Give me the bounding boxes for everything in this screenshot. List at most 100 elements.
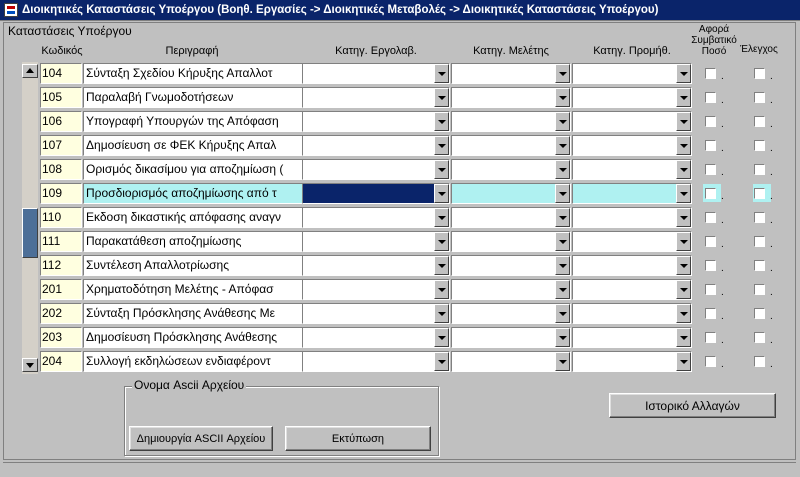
chevron-down-icon[interactable] — [434, 64, 449, 83]
control-checkbox[interactable] — [754, 140, 765, 151]
cat-supply-select[interactable] — [572, 231, 692, 252]
chevron-down-icon[interactable] — [434, 352, 449, 371]
code-field[interactable]: 203 — [40, 327, 82, 348]
control-checkbox[interactable] — [754, 92, 765, 103]
cat-contractor-select[interactable] — [302, 63, 450, 84]
chevron-down-icon[interactable] — [555, 208, 570, 227]
cat-contractor-select[interactable] — [302, 303, 450, 324]
chevron-down-icon[interactable] — [676, 184, 691, 203]
code-field[interactable]: 104 — [40, 63, 82, 84]
chevron-down-icon[interactable] — [555, 112, 570, 131]
code-field[interactable]: 110 — [40, 207, 82, 228]
cat-contractor-select[interactable] — [302, 231, 450, 252]
table-row[interactable]: 108 Ορισμός δικασίμου για αποζημίωση (.. — [40, 158, 780, 180]
records-scrollbar[interactable] — [22, 62, 38, 374]
control-checkbox[interactable] — [754, 188, 765, 199]
control-checkbox[interactable] — [754, 260, 765, 271]
cat-study-select[interactable] — [451, 327, 571, 348]
cat-supply-select[interactable] — [572, 279, 692, 300]
code-field[interactable]: 107 — [40, 135, 82, 156]
cat-study-select[interactable] — [451, 135, 571, 156]
contract-amount-checkbox[interactable] — [705, 212, 716, 223]
cat-contractor-select[interactable] — [302, 279, 450, 300]
cat-contractor-select[interactable] — [302, 183, 450, 204]
chevron-down-icon[interactable] — [676, 328, 691, 347]
chevron-down-icon[interactable] — [434, 280, 449, 299]
chevron-down-icon[interactable] — [555, 184, 570, 203]
chevron-down-icon[interactable] — [434, 256, 449, 275]
code-field[interactable]: 201 — [40, 279, 82, 300]
chevron-down-icon[interactable] — [676, 136, 691, 155]
table-row[interactable]: 203 Δημοσίευση Πρόσκλησης Ανάθεσης.. — [40, 326, 780, 348]
cat-study-select[interactable] — [451, 63, 571, 84]
chevron-down-icon[interactable] — [676, 160, 691, 179]
control-checkbox[interactable] — [754, 332, 765, 343]
cat-contractor-select[interactable] — [302, 255, 450, 276]
cat-supply-select[interactable] — [572, 183, 692, 204]
contract-amount-checkbox[interactable] — [705, 164, 716, 175]
control-checkbox[interactable] — [754, 212, 765, 223]
chevron-down-icon[interactable] — [676, 256, 691, 275]
chevron-down-icon[interactable] — [676, 64, 691, 83]
cat-study-select[interactable] — [451, 351, 571, 372]
chevron-down-icon[interactable] — [434, 112, 449, 131]
cat-supply-select[interactable] — [572, 207, 692, 228]
contract-amount-checkbox[interactable] — [705, 140, 716, 151]
cat-supply-select[interactable] — [572, 135, 692, 156]
chevron-down-icon[interactable] — [676, 280, 691, 299]
code-field[interactable]: 109 — [40, 183, 82, 204]
cat-study-select[interactable] — [451, 255, 571, 276]
chevron-down-icon[interactable] — [434, 232, 449, 251]
contract-amount-checkbox[interactable] — [705, 284, 716, 295]
table-row[interactable]: 112 Συντέλεση Απαλλοτρίωσης.. — [40, 254, 780, 276]
table-row[interactable]: 202 Σύνταξη Πρόσκλησης Ανάθεσης Με.. — [40, 302, 780, 324]
cat-study-select[interactable] — [451, 111, 571, 132]
contract-amount-checkbox[interactable] — [705, 308, 716, 319]
cat-study-select[interactable] — [451, 231, 571, 252]
cat-study-select[interactable] — [451, 87, 571, 108]
contract-amount-checkbox[interactable] — [705, 68, 716, 79]
history-button[interactable]: Ιστορικό Αλλαγών — [609, 393, 776, 418]
cat-contractor-select[interactable] — [302, 351, 450, 372]
code-field[interactable]: 202 — [40, 303, 82, 324]
cat-contractor-select[interactable] — [302, 87, 450, 108]
table-row[interactable]: 110 Εκδοση δικαστικής απόφασης αναγν.. — [40, 206, 780, 228]
cat-supply-select[interactable] — [572, 327, 692, 348]
chevron-down-icon[interactable] — [434, 304, 449, 323]
code-field[interactable]: 111 — [40, 231, 82, 252]
chevron-down-icon[interactable] — [555, 64, 570, 83]
contract-amount-checkbox[interactable] — [705, 188, 716, 199]
chevron-down-icon[interactable] — [434, 136, 449, 155]
cat-study-select[interactable] — [451, 183, 571, 204]
contract-amount-checkbox[interactable] — [705, 236, 716, 247]
chevron-down-icon[interactable] — [555, 256, 570, 275]
create-ascii-button[interactable]: Δημιουργία ASCII Αρχείου — [129, 426, 273, 451]
chevron-down-icon[interactable] — [555, 304, 570, 323]
chevron-down-icon[interactable] — [434, 184, 449, 203]
cat-study-select[interactable] — [451, 207, 571, 228]
chevron-down-icon[interactable] — [555, 352, 570, 371]
table-row[interactable]: 104 Σύνταξη Σχεδίου Κήρυξης Απαλλοτ.. — [40, 62, 780, 84]
chevron-down-icon[interactable] — [676, 112, 691, 131]
chevron-down-icon[interactable] — [434, 88, 449, 107]
chevron-down-icon[interactable] — [555, 160, 570, 179]
control-checkbox[interactable] — [754, 68, 765, 79]
chevron-down-icon[interactable] — [434, 208, 449, 227]
table-row[interactable]: 106 Υπογραφή Υπουργών της Απόφαση.. — [40, 110, 780, 132]
cat-contractor-select[interactable] — [302, 159, 450, 180]
table-row[interactable]: 107 Δημοσίευση σε ΦΕΚ Κήρυξης Απαλ.. — [40, 134, 780, 156]
contract-amount-checkbox[interactable] — [705, 92, 716, 103]
contract-amount-checkbox[interactable] — [705, 332, 716, 343]
cat-contractor-select[interactable] — [302, 207, 450, 228]
chevron-down-icon[interactable] — [676, 208, 691, 227]
chevron-down-icon[interactable] — [555, 88, 570, 107]
cat-supply-select[interactable] — [572, 159, 692, 180]
cat-supply-select[interactable] — [572, 63, 692, 84]
chevron-down-icon[interactable] — [676, 232, 691, 251]
control-checkbox[interactable] — [754, 356, 765, 367]
table-row[interactable]: 109 Προσδιορισμός αποζημίωσης από τ.. — [40, 182, 780, 204]
chevron-down-icon[interactable] — [676, 304, 691, 323]
window-titlebar[interactable]: Διοικητικές Καταστάσεις Υποέργου (Βοηθ. … — [0, 0, 800, 21]
cat-supply-select[interactable] — [572, 351, 692, 372]
scroll-up-arrow-icon[interactable] — [22, 64, 38, 78]
